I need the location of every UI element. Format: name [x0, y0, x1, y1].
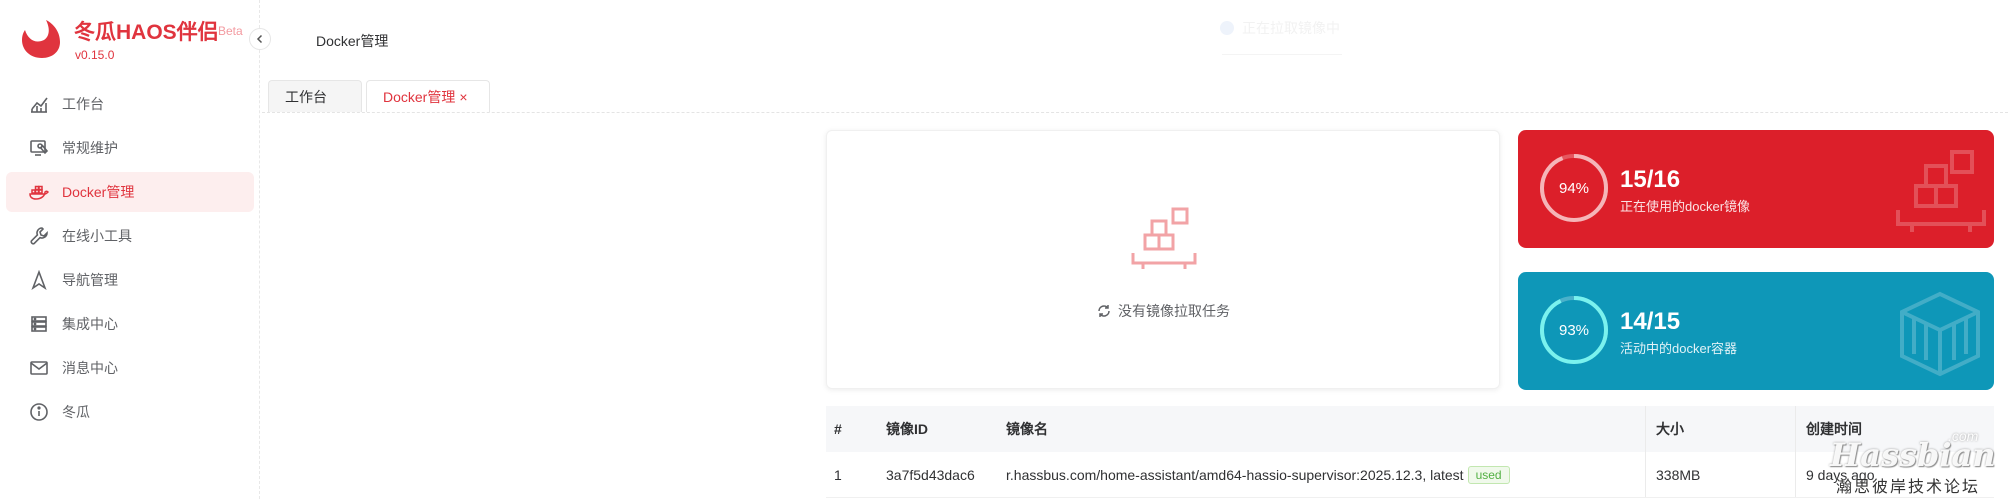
mail-icon	[28, 357, 50, 379]
tabs-divider	[262, 112, 2008, 113]
containers-count: 14/15	[1620, 308, 1681, 335]
navigation-icon	[28, 269, 50, 291]
images-count: 15/16	[1620, 166, 1681, 193]
chart-line-icon	[28, 93, 50, 115]
maintenance-icon	[28, 137, 50, 159]
images-table: # 镜像ID 镜像名 大小 创建时间 1 3a7f5d43dac6 r.hass…	[826, 406, 1994, 498]
sidebar-item-tools[interactable]: 在线小工具	[6, 216, 254, 256]
pull-status-text: 正在拉取镜像中	[1242, 20, 1340, 36]
tab-label: 工作台	[285, 88, 327, 105]
status-dot-icon	[1220, 21, 1234, 35]
info-icon	[28, 401, 50, 423]
boxes-icon	[1896, 150, 1986, 232]
tab-workbench[interactable]: 工作台	[268, 80, 362, 112]
sidebar-item-messages[interactable]: 消息中心	[6, 348, 254, 388]
tab-label: Docker管理	[383, 88, 456, 105]
docker-icon	[28, 181, 50, 203]
close-icon[interactable]: ×	[459, 89, 467, 105]
status-progress-line	[1222, 54, 1342, 55]
containers-label: 活动中的docker容器	[1620, 341, 1738, 356]
sidebar-item-workbench[interactable]: 工作台	[6, 84, 254, 124]
sidebar-item-integration[interactable]: 集成中心	[6, 304, 254, 344]
containers-percent: 93%	[1558, 321, 1590, 339]
sidebar-item-label: 冬瓜	[62, 404, 90, 420]
empty-state: 没有镜像拉取任务	[827, 301, 1499, 321]
containers-stat-card: 93% 14/15 活动中的docker容器	[1518, 272, 1994, 390]
sidebar: 冬瓜HAOS伴侣 Beta v0.15.0 工作台 常规维护 Docker管理	[0, 0, 260, 499]
sidebar-nav: 工作台 常规维护 Docker管理 在线小工具 导航管理 集成中心 消息中心 冬…	[6, 84, 254, 436]
container-box-icon	[1900, 291, 1980, 377]
collapse-sidebar-button[interactable]	[249, 28, 271, 50]
sidebar-item-label: 消息中心	[62, 360, 118, 376]
sidebar-item-label: Docker管理	[62, 184, 135, 200]
row-image-name: r.hassbus.com/home-assistant/amd64-hassi…	[1006, 466, 1464, 483]
column-header-size[interactable]: 大小	[1646, 406, 1796, 452]
column-header-index: #	[834, 421, 842, 437]
sidebar-item-label: 在线小工具	[62, 228, 132, 244]
row-image-id: 3a7f5d43dac6	[886, 466, 975, 483]
tab-docker[interactable]: Docker管理 ×	[366, 80, 490, 112]
used-badge: used	[1467, 465, 1510, 484]
version-label: v0.15.0	[75, 48, 115, 62]
beta-badge: Beta	[218, 24, 243, 38]
column-header-name: 镜像名	[1006, 406, 1646, 452]
sidebar-item-label: 导航管理	[62, 272, 118, 288]
images-stat-card: 94% 15/16 正在使用的docker镜像	[1518, 130, 1994, 248]
images-percent: 94%	[1558, 179, 1590, 197]
sidebar-item-label: 集成中心	[62, 316, 118, 332]
pull-tasks-card: 没有镜像拉取任务	[826, 130, 1500, 389]
sidebar-item-docker[interactable]: Docker管理	[6, 172, 254, 212]
page-title: Docker管理	[316, 33, 389, 49]
refresh-icon	[1098, 305, 1110, 317]
images-label: 正在使用的docker镜像	[1620, 199, 1751, 214]
row-size: 338MB	[1646, 452, 1796, 497]
table-header: # 镜像ID 镜像名 大小 创建时间	[826, 406, 1994, 452]
brand: 冬瓜HAOS伴侣 Beta v0.15.0	[20, 14, 250, 64]
watermark-subtitle: 瀚思彼岸技术论坛	[1836, 479, 1981, 496]
sidebar-item-label: 常规维护	[62, 140, 118, 156]
column-header-id: 镜像ID	[886, 421, 928, 437]
empty-state-text: 没有镜像拉取任务	[1118, 303, 1230, 319]
sidebar-item-label: 工作台	[62, 96, 104, 112]
brand-title: 冬瓜HAOS伴侣	[74, 21, 219, 44]
sidebar-item-maintenance[interactable]: 常规维护	[6, 128, 254, 168]
chevron-left-icon	[256, 34, 263, 44]
wrench-icon	[28, 225, 50, 247]
row-index: 1	[834, 466, 842, 483]
empty-boxes-icon	[1131, 207, 1197, 269]
sidebar-item-about[interactable]: 冬瓜	[6, 392, 254, 432]
row-image-name-cell: r.hassbus.com/home-assistant/amd64-hassi…	[1006, 452, 1646, 497]
watermark-suffix: .com	[1948, 428, 1979, 444]
logo-icon	[22, 20, 60, 58]
tab-bar: 工作台 Docker管理 ×	[268, 80, 494, 112]
server-icon	[28, 313, 50, 335]
pull-status-indicator: 正在拉取镜像中	[1220, 18, 1340, 38]
table-row[interactable]: 1 3a7f5d43dac6 r.hassbus.com/home-assist…	[826, 452, 1994, 498]
sidebar-item-navigation[interactable]: 导航管理	[6, 260, 254, 300]
